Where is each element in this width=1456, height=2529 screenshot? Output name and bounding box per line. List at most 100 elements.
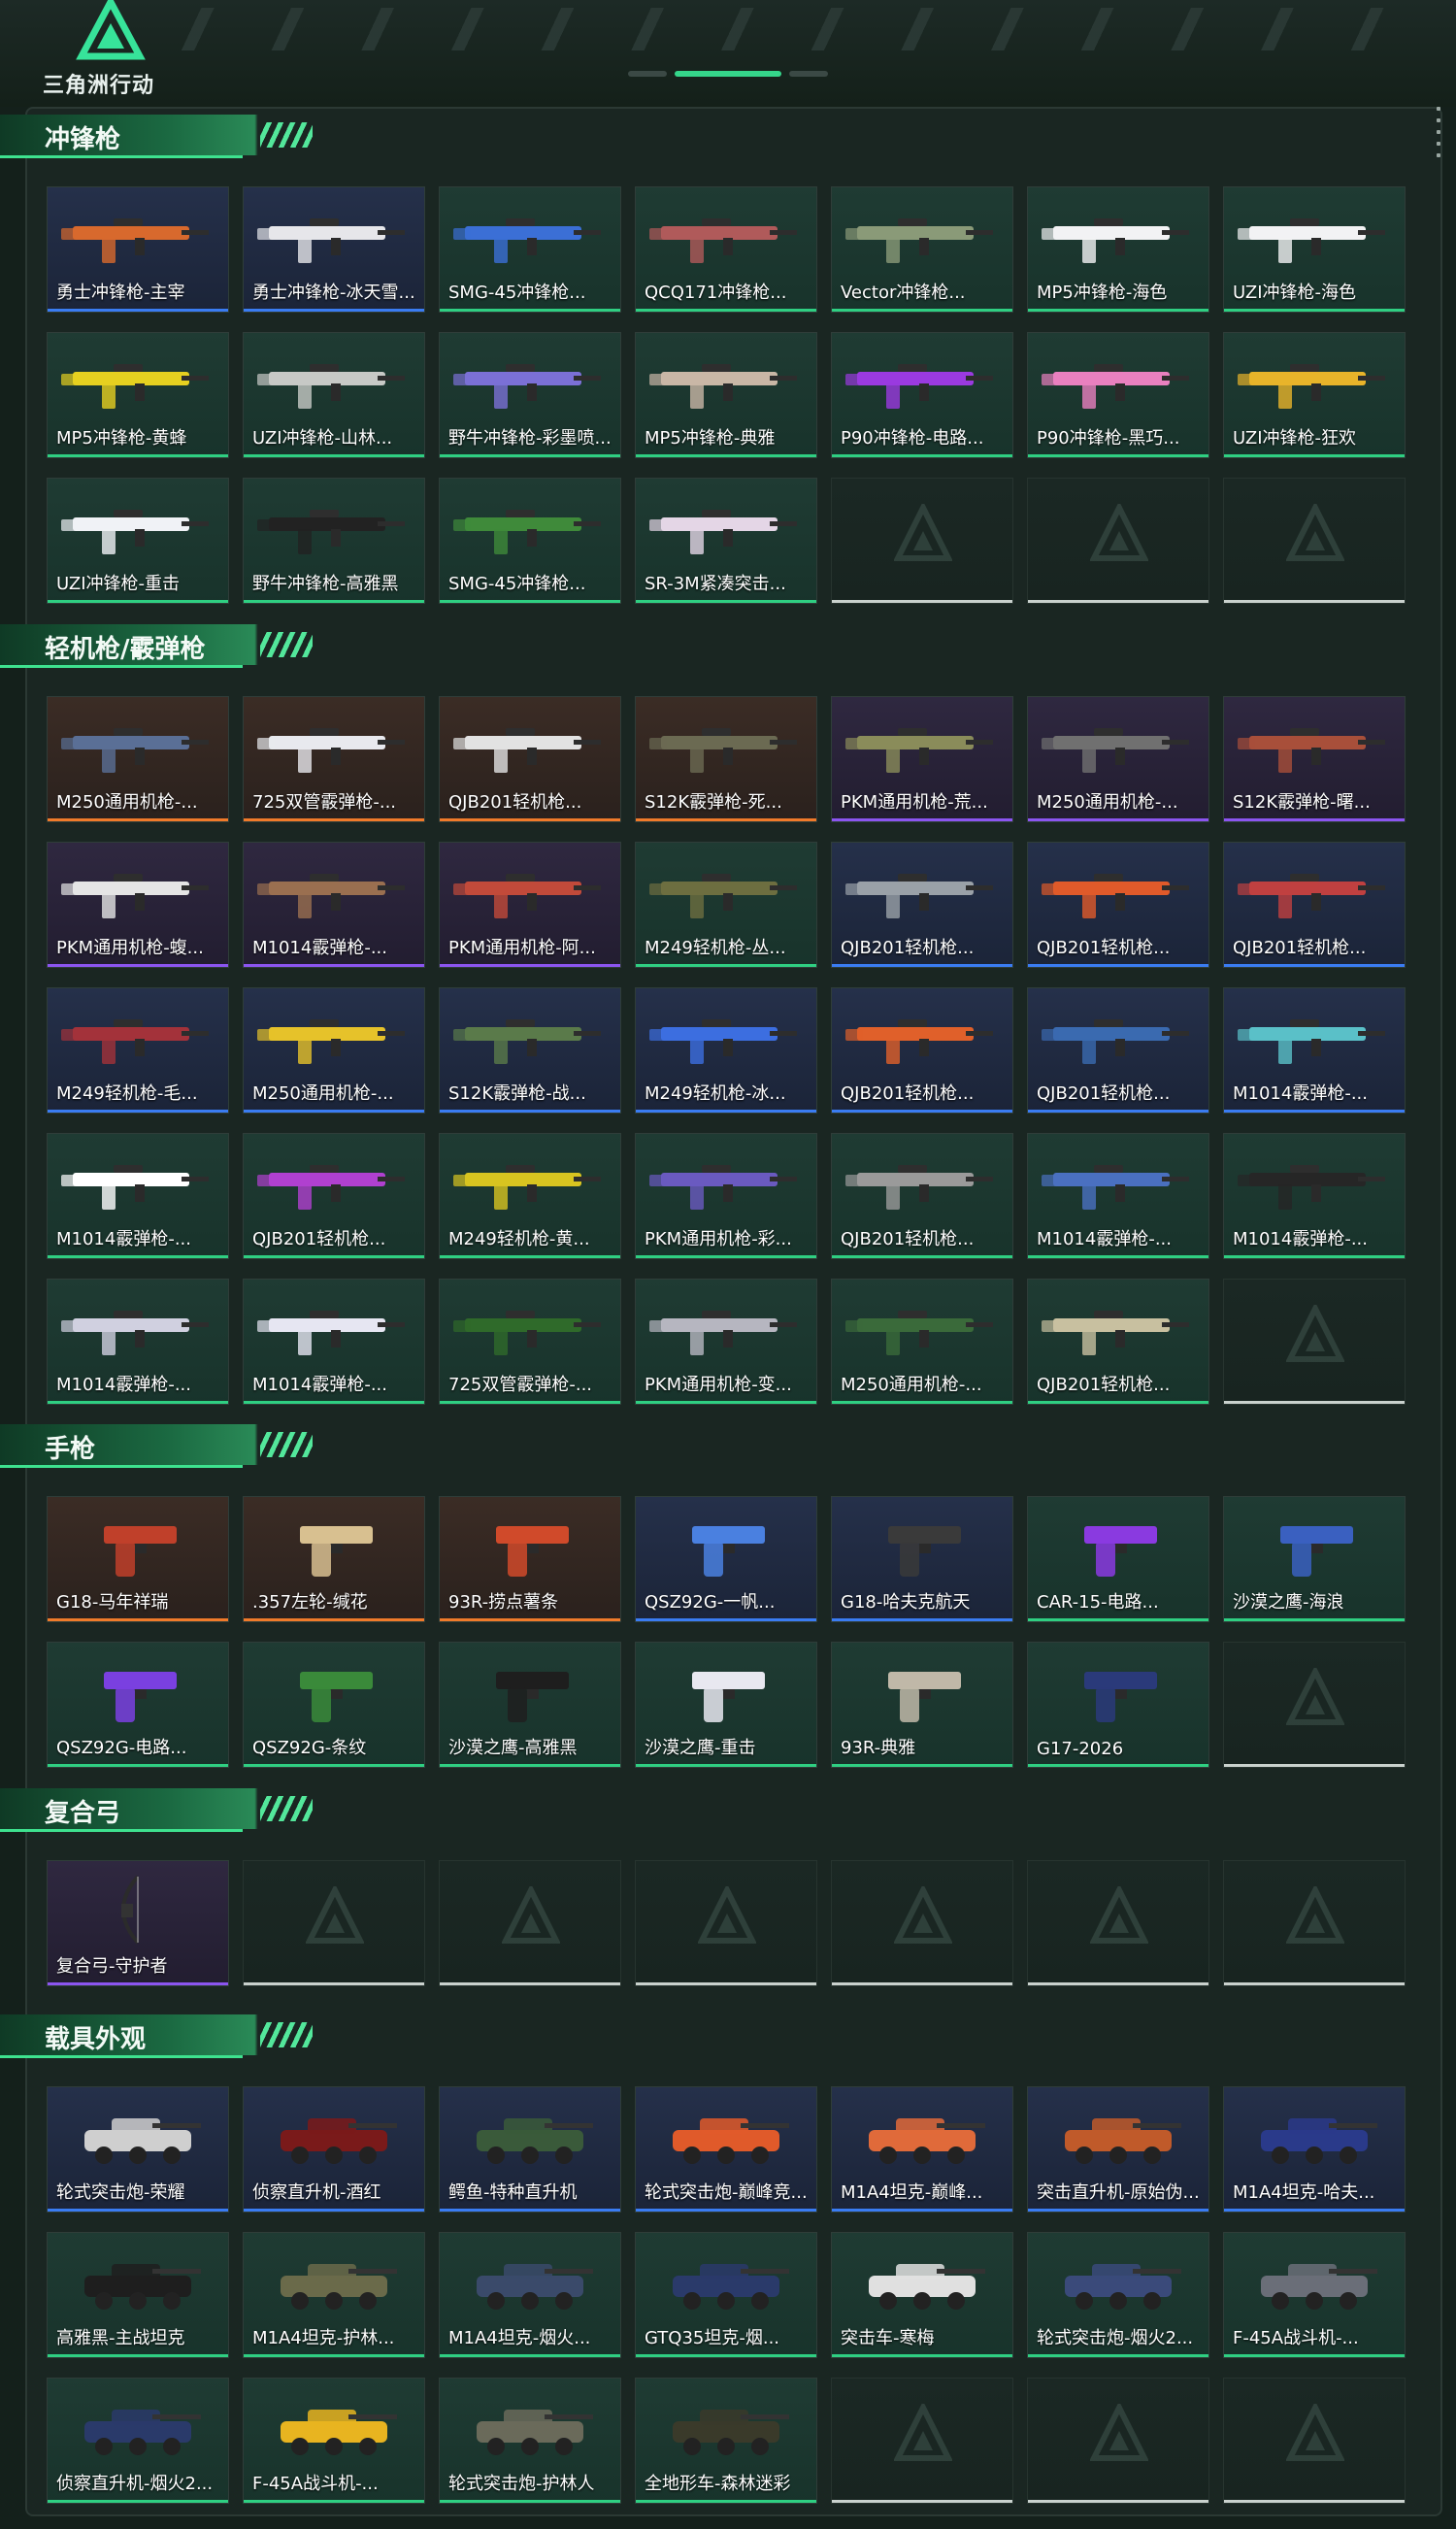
item-card[interactable]: 突击车-寒梅 [831, 2232, 1013, 2358]
item-card[interactable]: PKM通用机枪-阿... [439, 842, 621, 968]
item-card[interactable]: M1014霰弹枪-... [1027, 1133, 1209, 1259]
item-card[interactable]: GTQ35坦克-烟... [635, 2232, 817, 2358]
weapon-thumbnail-icon [1238, 728, 1385, 773]
item-card[interactable]: QJB201轻机枪... [831, 842, 1013, 968]
item-card[interactable]: .357左轮-缄花 [243, 1496, 425, 1622]
item-card[interactable]: M1014霰弹枪-... [47, 1133, 229, 1259]
item-card[interactable]: M249轻机枪-黄... [439, 1133, 621, 1259]
item-card[interactable]: 勇士冲锋枪-冰天雪... [243, 186, 425, 313]
item-card[interactable]: S12K霰弹枪-战... [439, 987, 621, 1114]
item-card[interactable]: QJB201轻机枪... [243, 1133, 425, 1259]
item-card[interactable]: 高雅黑-主战坦克 [47, 2232, 229, 2358]
item-name: QSZ92G-一帆... [645, 1592, 776, 1613]
item-card[interactable]: Vector冲锋枪... [831, 186, 1013, 313]
item-card[interactable]: 鳄鱼-特种直升机 [439, 2086, 621, 2213]
item-card[interactable]: 轮式突击炮-荣耀 [47, 2086, 229, 2213]
item-card[interactable]: G17-2026 [1027, 1642, 1209, 1768]
item-name: M250通用机枪-... [1037, 792, 1178, 813]
item-card[interactable]: PKM通用机枪-荒... [831, 696, 1013, 822]
item-card[interactable]: SMG-45冲锋枪... [439, 478, 621, 604]
item-card[interactable]: M1A4坦克-护林... [243, 2232, 425, 2358]
section-title: 轻机枪/霰弹枪 [45, 635, 206, 664]
item-card[interactable]: 沙漠之鹰-重击 [635, 1642, 817, 1768]
item-card[interactable]: 侦察直升机-酒红 [243, 2086, 425, 2213]
item-card[interactable]: 侦察直升机-烟火2... [47, 2378, 229, 2504]
item-card[interactable]: M1014霰弹枪-... [243, 842, 425, 968]
item-card[interactable]: S12K霰弹枪-死... [635, 696, 817, 822]
item-name: M1014霰弹枪-... [1233, 1083, 1368, 1104]
scrollbar[interactable] [1437, 107, 1442, 175]
item-name: M1014霰弹枪-... [252, 1375, 387, 1395]
item-card[interactable]: M1014霰弹枪-... [243, 1279, 425, 1405]
banner-stripes [146, 8, 1388, 50]
item-card[interactable]: M1A4坦克-哈夫... [1223, 2086, 1406, 2213]
item-card[interactable]: M250通用机枪-... [831, 1279, 1013, 1405]
item-card[interactable]: PKM通用机枪-蝮... [47, 842, 229, 968]
item-card[interactable]: M250通用机枪-... [1027, 696, 1209, 822]
item-card[interactable]: UZI冲锋枪-山林... [243, 332, 425, 458]
item-card[interactable]: M249轻机枪-丛... [635, 842, 817, 968]
item-card[interactable]: M249轻机枪-毛... [47, 987, 229, 1114]
item-card[interactable]: QJB201轻机枪... [1027, 842, 1209, 968]
item-card[interactable]: SR-3M紧凑突击... [635, 478, 817, 604]
item-card[interactable]: 轮式突击炮-护林人 [439, 2378, 621, 2504]
rarity-bar [636, 1982, 816, 1985]
item-card[interactable]: F-45A战斗机-... [1223, 2232, 1406, 2358]
item-card[interactable]: QCQ171冲锋枪... [635, 186, 817, 313]
item-card[interactable]: F-45A战斗机-... [243, 2378, 425, 2504]
weapon-thumbnail-icon [649, 510, 797, 554]
item-card[interactable]: G18-马年祥瑞 [47, 1496, 229, 1622]
item-card[interactable]: 复合弓-守护者 [47, 1860, 229, 1986]
item-card[interactable]: CAR-15-电路... [1027, 1496, 1209, 1622]
item-card[interactable]: QSZ92G-一帆... [635, 1496, 817, 1622]
item-card[interactable]: MP5冲锋枪-黄蜂 [47, 332, 229, 458]
weapon-thumbnail-icon [1042, 1019, 1189, 1064]
item-card[interactable]: UZI冲锋枪-狂欢 [1223, 332, 1406, 458]
item-card[interactable]: SMG-45冲锋枪... [439, 186, 621, 313]
item-card[interactable]: G18-哈夫克航天 [831, 1496, 1013, 1622]
item-card[interactable]: QJB201轻机枪... [439, 696, 621, 822]
item-card[interactable]: QJB201轻机枪... [1027, 987, 1209, 1114]
item-card[interactable]: 725双管霰弹枪-... [243, 696, 425, 822]
rarity-bar [636, 600, 816, 603]
item-card[interactable]: PKM通用机枪-彩... [635, 1133, 817, 1259]
item-card[interactable]: 沙漠之鹰-海浪 [1223, 1496, 1406, 1622]
item-card[interactable]: M1014霰弹枪-... [47, 1279, 229, 1405]
item-card[interactable]: UZI冲锋枪-重击 [47, 478, 229, 604]
item-card[interactable]: QSZ92G-电路... [47, 1642, 229, 1768]
item-card[interactable]: 沙漠之鹰-高雅黑 [439, 1642, 621, 1768]
item-card[interactable]: M1014霰弹枪-... [1223, 987, 1406, 1114]
item-card[interactable]: QJB201轻机枪... [1223, 842, 1406, 968]
item-card[interactable]: MP5冲锋枪-典雅 [635, 332, 817, 458]
item-card[interactable]: 突击直升机-原始伪... [1027, 2086, 1209, 2213]
weapon-thumbnail-icon [257, 1165, 405, 1210]
item-card[interactable]: QJB201轻机枪... [1027, 1279, 1209, 1405]
item-card[interactable]: UZI冲锋枪-海色 [1223, 186, 1406, 313]
item-card[interactable]: M1A4坦克-烟火... [439, 2232, 621, 2358]
item-name: 沙漠之鹰-海浪 [1233, 1592, 1344, 1613]
item-card[interactable]: M250通用机枪-... [47, 696, 229, 822]
weapon-thumbnail-icon [257, 1311, 405, 1355]
item-card[interactable]: PKM通用机枪-变... [635, 1279, 817, 1405]
item-card[interactable]: 轮式突击炮-烟火2... [1027, 2232, 1209, 2358]
item-card[interactable]: 勇士冲锋枪-主宰 [47, 186, 229, 313]
item-card[interactable]: QSZ92G-条纹 [243, 1642, 425, 1768]
item-card[interactable]: S12K霰弹枪-曙... [1223, 696, 1406, 822]
rarity-bar [1224, 454, 1405, 457]
item-card[interactable]: P90冲锋枪-黑巧... [1027, 332, 1209, 458]
item-card[interactable]: 轮式突击炮-巅峰竞... [635, 2086, 817, 2213]
item-card[interactable]: 93R-捞点薯条 [439, 1496, 621, 1622]
item-card[interactable]: 野牛冲锋枪-彩墨喷... [439, 332, 621, 458]
item-card[interactable]: 全地形车-森林迷彩 [635, 2378, 817, 2504]
item-card[interactable]: 野牛冲锋枪-高雅黑 [243, 478, 425, 604]
item-card[interactable]: M1A4坦克-巅峰... [831, 2086, 1013, 2213]
item-card[interactable]: P90冲锋枪-电路... [831, 332, 1013, 458]
item-card[interactable]: QJB201轻机枪... [831, 1133, 1013, 1259]
item-card[interactable]: M1014霰弹枪-... [1223, 1133, 1406, 1259]
item-card[interactable]: 93R-典雅 [831, 1642, 1013, 1768]
item-card[interactable]: M250通用机枪-... [243, 987, 425, 1114]
item-card[interactable]: QJB201轻机枪... [831, 987, 1013, 1114]
item-card[interactable]: M249轻机枪-冰... [635, 987, 817, 1114]
item-card[interactable]: MP5冲锋枪-海色 [1027, 186, 1209, 313]
item-card[interactable]: 725双管霰弹枪-... [439, 1279, 621, 1405]
